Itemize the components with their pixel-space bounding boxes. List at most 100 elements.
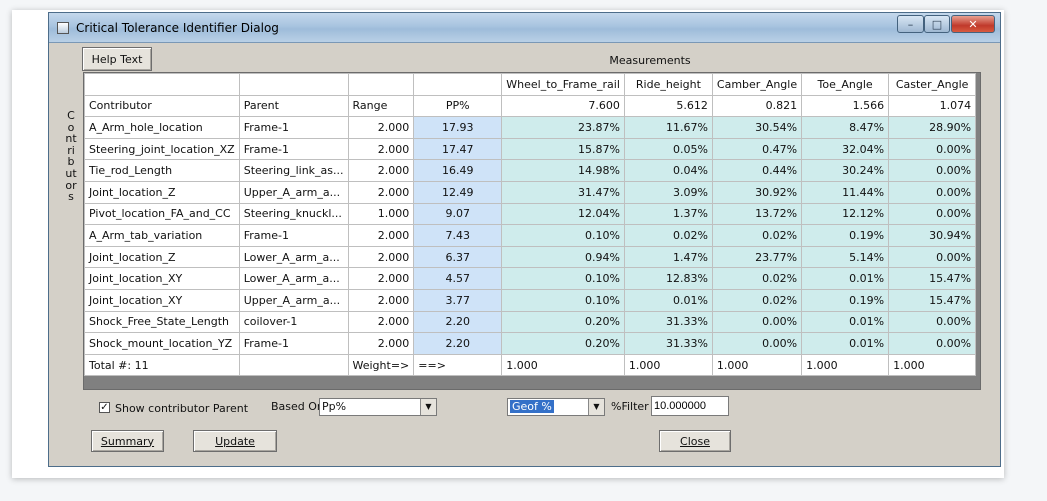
range-cell[interactable]: 2.000 <box>347 116 415 139</box>
show-parent-checkbox[interactable]: ✓ <box>99 402 110 413</box>
update-button[interactable]: Update <box>193 430 277 452</box>
range-cell[interactable]: 2.000 <box>347 224 415 247</box>
header-measure-name[interactable]: Wheel_to_Frame_rail <box>501 73 625 96</box>
header-measure-name[interactable]: Caster_Angle <box>888 73 977 96</box>
contribution-cell[interactable]: 30.94% <box>888 224 977 247</box>
table-row[interactable]: Pivot_location_FA_and_CC Steering_knuckl.… <box>84 202 977 226</box>
header-measure-nominal[interactable]: 1.074 <box>888 94 977 118</box>
pp-cell[interactable]: 2.20 <box>413 310 503 334</box>
weight-input-cell[interactable]: 1.000 <box>623 353 713 377</box>
table-row[interactable]: A_Arm_hole_location Frame-1 2.000 17.93 23.8… <box>84 116 977 139</box>
contribution-cell[interactable]: 14.98% <box>501 159 625 182</box>
pp-cell[interactable]: 12.49 <box>413 180 503 204</box>
parent-cell[interactable]: Frame-1 <box>238 224 349 247</box>
contribution-cell[interactable]: 0.00% <box>888 332 977 355</box>
parent-cell[interactable]: Steering_link_as... <box>238 159 349 182</box>
range-cell[interactable]: 2.000 <box>347 332 415 355</box>
pp-cell[interactable]: 9.07 <box>413 202 503 226</box>
filter-input[interactable] <box>651 396 729 416</box>
contribution-cell[interactable]: 0.00% <box>888 137 977 161</box>
header-measure-name[interactable]: Toe_Angle <box>801 73 890 96</box>
contribution-cell[interactable]: 12.04% <box>501 202 625 226</box>
range-cell[interactable]: 2.000 <box>347 159 415 182</box>
title-bar[interactable]: Critical Tolerance Identifier Dialog – □… <box>49 13 1000 43</box>
contribution-cell[interactable]: 0.01% <box>801 332 890 355</box>
contribution-cell[interactable]: 12.83% <box>623 267 713 290</box>
contribution-cell[interactable]: 0.19% <box>801 288 890 312</box>
contribution-cell[interactable]: 0.20% <box>501 332 625 355</box>
parent-cell[interactable]: Lower_A_arm_a... <box>238 245 349 269</box>
range-cell[interactable]: 2.000 <box>347 310 415 334</box>
header-range[interactable]: Range <box>347 94 415 118</box>
contribution-cell[interactable]: 0.00% <box>711 310 803 334</box>
range-cell[interactable]: 2.000 <box>347 180 415 204</box>
contribution-cell[interactable]: 1.47% <box>623 245 713 269</box>
contribution-cell[interactable]: 30.54% <box>711 116 803 139</box>
table-row[interactable]: A_Arm_tab_variation Frame-1 2.000 7.43 0.10%… <box>84 224 977 247</box>
contribution-cell[interactable]: 0.10% <box>501 224 625 247</box>
header-measure-name[interactable]: Ride_height <box>623 73 713 96</box>
header-measure-nominal[interactable]: 7.600 <box>501 94 625 118</box>
contribution-cell[interactable]: 31.33% <box>623 332 713 355</box>
range-cell[interactable]: 2.000 <box>347 137 415 161</box>
contributor-cell[interactable]: Steering_joint_location_XZ <box>84 137 240 161</box>
summary-button[interactable]: Summary <box>91 430 164 452</box>
range-cell[interactable]: 2.000 <box>347 288 415 312</box>
contribution-cell[interactable]: 0.94% <box>501 245 625 269</box>
table-row[interactable]: Shock_mount_location_YZ Frame-1 2.000 2.20 0… <box>84 332 977 355</box>
contribution-cell[interactable]: 15.87% <box>501 137 625 161</box>
contribution-cell[interactable]: 0.10% <box>501 267 625 290</box>
weight-input-cell[interactable]: 1.000 <box>501 353 625 377</box>
contribution-cell[interactable]: 0.01% <box>623 288 713 312</box>
contributor-cell[interactable]: Pivot_location_FA_and_CC <box>84 202 240 226</box>
based-on-dropdown[interactable]: Pp% ▼ <box>319 398 437 416</box>
contribution-cell[interactable]: 0.02% <box>623 224 713 247</box>
contribution-cell[interactable]: 11.44% <box>801 180 890 204</box>
contribution-cell[interactable]: 30.24% <box>801 159 890 182</box>
header-pp[interactable]: PP% <box>413 94 503 118</box>
contributor-cell[interactable]: Joint_location_Z <box>84 180 240 204</box>
contribution-cell[interactable]: 32.04% <box>801 137 890 161</box>
table-row[interactable]: Joint_location_XY Upper_A_arm_a... 2.000 3.… <box>84 288 977 312</box>
range-cell[interactable]: 2.000 <box>347 267 415 290</box>
header-measure-nominal[interactable]: 5.612 <box>623 94 713 118</box>
contributor-cell[interactable]: Shock_Free_State_Length <box>84 310 240 334</box>
contribution-cell[interactable]: 3.09% <box>623 180 713 204</box>
contribution-cell[interactable]: 0.05% <box>623 137 713 161</box>
contribution-cell[interactable]: 0.10% <box>501 288 625 312</box>
contributor-cell[interactable]: Joint_location_XY <box>84 288 240 312</box>
grid-header-measure-names[interactable]: Wheel_to_Frame_rail Ride_height Camber_Ang… <box>84 73 977 96</box>
contribution-cell[interactable]: 28.90% <box>888 116 977 139</box>
table-row[interactable]: Joint_location_Z Lower_A_arm_a... 2.000 6.3… <box>84 245 977 269</box>
contributor-grid[interactable]: Wheel_to_Frame_rail Ride_height Camber_Ang… <box>83 72 981 390</box>
maximize-button[interactable]: □ <box>924 15 950 33</box>
contribution-cell[interactable]: 12.12% <box>801 202 890 226</box>
contribution-cell[interactable]: 5.14% <box>801 245 890 269</box>
pp-cell[interactable]: 3.77 <box>413 288 503 312</box>
contributor-cell[interactable]: Tie_rod_Length <box>84 159 240 182</box>
geof-dropdown[interactable]: Geof % ▼ <box>507 398 605 416</box>
parent-cell[interactable]: Frame-1 <box>238 116 349 139</box>
close-button[interactable]: Close <box>659 430 731 452</box>
weight-input-cell[interactable]: 1.000 <box>711 353 803 377</box>
contribution-cell[interactable]: 8.47% <box>801 116 890 139</box>
contribution-cell[interactable]: 0.00% <box>888 310 977 334</box>
header-measure-nominal[interactable]: 1.566 <box>801 94 890 118</box>
contributor-cell[interactable]: Joint_location_XY <box>84 267 240 290</box>
range-cell[interactable]: 1.000 <box>347 202 415 226</box>
contribution-cell[interactable]: 30.92% <box>711 180 803 204</box>
table-row[interactable]: Joint_location_Z Upper_A_arm_a... 2.000 12.… <box>84 180 977 204</box>
contribution-cell[interactable]: 0.19% <box>801 224 890 247</box>
header-measure-nominal[interactable]: 0.821 <box>711 94 803 118</box>
pp-cell[interactable]: 7.43 <box>413 224 503 247</box>
parent-cell[interactable]: coilover-1 <box>238 310 349 334</box>
grid-total-row[interactable]: Total #: 11 Weight=> ==> 1.000 1.000 1.000 1.0… <box>84 353 977 377</box>
chevron-down-icon[interactable]: ▼ <box>420 399 436 415</box>
contribution-cell[interactable]: 0.02% <box>711 288 803 312</box>
parent-cell[interactable]: Frame-1 <box>238 137 349 161</box>
contribution-cell[interactable]: 23.87% <box>501 116 625 139</box>
minimize-button[interactable]: – <box>897 15 924 33</box>
close-window-button[interactable]: ✕ <box>951 15 995 33</box>
table-row[interactable]: Shock_Free_State_Length coilover-1 2.000 2.… <box>84 310 977 334</box>
contribution-cell[interactable]: 0.01% <box>801 267 890 290</box>
